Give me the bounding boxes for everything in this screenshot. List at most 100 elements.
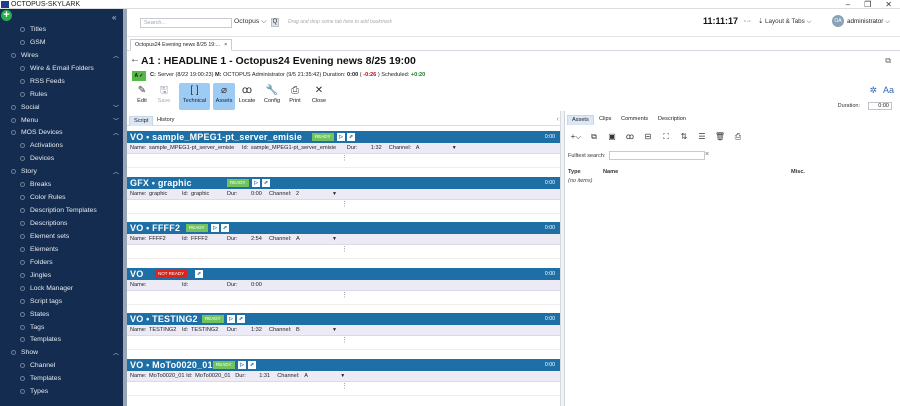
dur-value[interactable]: 1:32 bbox=[371, 145, 382, 151]
save-button[interactable]: 🖫 Save bbox=[153, 83, 175, 110]
id-value[interactable]: graphic bbox=[191, 191, 209, 197]
close-window-icon[interactable]: ✕ bbox=[885, 0, 892, 9]
add-plus-icon[interactable]: + bbox=[1, 10, 12, 21]
tab-history[interactable]: History bbox=[153, 116, 178, 126]
id-value[interactable]: sample_MPEG1-pt_server_emisie bbox=[251, 145, 336, 151]
layout-tabs-menu[interactable]: ⇣ Layout & Tabs ⌵ bbox=[758, 18, 811, 26]
document-tab[interactable]: Octopus24 Evening news 8/25 19:... × bbox=[130, 39, 233, 51]
external-link-icon[interactable]: ⧉ bbox=[885, 56, 891, 66]
avatar[interactable]: OA bbox=[832, 15, 844, 27]
search-button[interactable]: Q bbox=[271, 18, 279, 27]
channel-dropdown-icon[interactable]: ▼ bbox=[332, 191, 337, 197]
document-tab-close-icon[interactable]: × bbox=[224, 42, 227, 48]
assets-button[interactable]: ⌀ Assets bbox=[213, 83, 235, 110]
column-type[interactable]: Type bbox=[568, 169, 581, 175]
sidebar-item[interactable]: Tags bbox=[0, 321, 123, 334]
status-badge[interactable]: READY bbox=[202, 315, 224, 323]
sort-icon[interactable]: ⇅ bbox=[678, 132, 690, 142]
play-icon[interactable]: ▷ bbox=[211, 224, 219, 232]
drag-handle-icon[interactable]: ⋮ bbox=[341, 201, 348, 208]
sidebar-item[interactable]: Wires ︿ bbox=[0, 49, 123, 62]
status-badge[interactable]: NOT READY bbox=[155, 269, 188, 278]
status-badge[interactable]: READY bbox=[213, 360, 235, 369]
drag-handle-icon[interactable]: ⋮ bbox=[341, 383, 348, 390]
sidebar-item[interactable]: Folders bbox=[0, 256, 123, 269]
duration-field[interactable]: 0:00 bbox=[868, 102, 892, 110]
sidebar-item[interactable]: Rules bbox=[0, 88, 123, 101]
channel-dropdown-icon[interactable]: ▼ bbox=[340, 373, 345, 379]
technical-button[interactable]: [ ] Technical bbox=[179, 83, 210, 110]
sidebar-item[interactable]: Story ︿ bbox=[0, 165, 123, 178]
search-scope-select[interactable]: Octopus ⌵ bbox=[234, 18, 266, 26]
chevron-up-icon[interactable]: ︿ bbox=[113, 51, 119, 60]
clear-search-icon[interactable]: × bbox=[705, 151, 709, 158]
locate-icon[interactable]: ꝏ bbox=[624, 132, 636, 142]
save-icon[interactable]: ▣ bbox=[606, 132, 618, 142]
name-value[interactable]: MoTo0020_01 bbox=[149, 373, 184, 379]
channel-value[interactable]: 2 bbox=[296, 191, 299, 197]
print-icon[interactable]: ⎙ bbox=[732, 132, 744, 142]
frame-icon[interactable]: ⛶ bbox=[660, 132, 672, 142]
play-icon[interactable]: ▷ bbox=[238, 360, 246, 369]
collapse-sidebar-icon[interactable]: « bbox=[112, 13, 116, 22]
card-header[interactable]: VO NOT READY ⇗ 0:00 bbox=[127, 267, 560, 280]
search-input[interactable]: Search... bbox=[140, 18, 232, 28]
chevron-down-icon[interactable]: ﹀ bbox=[113, 116, 119, 125]
sidebar-item[interactable]: Menu ﹀ bbox=[0, 114, 123, 127]
sidebar-item[interactable]: Templates bbox=[0, 334, 123, 347]
sidebar-item[interactable]: Channel bbox=[0, 359, 123, 372]
tab-script[interactable]: Script bbox=[129, 116, 154, 126]
sidebar-item[interactable]: States bbox=[0, 308, 123, 321]
approval-status-badge[interactable]: A ✓ bbox=[132, 71, 146, 81]
link-icon[interactable]: ⇗ bbox=[195, 269, 203, 278]
dur-value[interactable]: 2:54 bbox=[251, 236, 262, 242]
sidebar-item[interactable]: Wire & Email Folders bbox=[0, 62, 123, 75]
sidebar-item[interactable]: Color Rules bbox=[0, 191, 123, 204]
print-button[interactable]: ⎙ Print bbox=[284, 83, 306, 110]
sidebar-item[interactable]: MOS Devices ︿ bbox=[0, 127, 123, 140]
card-header[interactable]: GFX • graphic READY ▷ ⇗ 0:00 bbox=[127, 176, 560, 189]
sidebar-item[interactable]: Show ︿ bbox=[0, 346, 123, 359]
sidebar-item[interactable]: Element sets bbox=[0, 230, 123, 243]
channel-value[interactable]: A bbox=[304, 373, 308, 379]
tab-description[interactable]: Description bbox=[654, 115, 690, 125]
tab-assets[interactable]: Assets bbox=[567, 115, 594, 125]
column-misc[interactable]: Misc. bbox=[791, 169, 805, 175]
column-name[interactable]: Name bbox=[603, 169, 618, 175]
collapse-arrow-icon[interactable]: ‹ bbox=[557, 116, 559, 123]
sidebar-item[interactable]: Social ﹀ bbox=[0, 101, 123, 114]
sidebar-item[interactable]: GSM bbox=[0, 36, 123, 49]
link-icon[interactable]: ⇗ bbox=[237, 315, 245, 323]
sidebar-item[interactable]: Jingles bbox=[0, 269, 123, 282]
sidebar-item[interactable]: Devices bbox=[0, 152, 123, 165]
sidebar-item[interactable]: Descriptions bbox=[0, 217, 123, 230]
list-icon[interactable]: ☰ bbox=[696, 132, 708, 142]
drag-handle-icon[interactable]: ⋮ bbox=[341, 246, 348, 253]
id-value[interactable]: MoTo0020_01 bbox=[195, 373, 230, 379]
sidebar-item[interactable]: Types bbox=[0, 385, 123, 398]
channel-value[interactable]: A bbox=[296, 236, 300, 242]
dur-value[interactable]: 0:00 bbox=[251, 191, 262, 197]
play-icon[interactable]: ▷ bbox=[252, 178, 260, 187]
delete-icon[interactable]: 🗑 bbox=[714, 132, 726, 142]
chevron-up-icon[interactable]: ︿ bbox=[113, 167, 119, 176]
link-icon[interactable]: ⇗ bbox=[262, 178, 270, 187]
link-icon[interactable]: ⇗ bbox=[248, 360, 256, 369]
drag-handle-icon[interactable]: ⋮ bbox=[341, 337, 348, 344]
drag-handle-icon[interactable]: ⋮ bbox=[341, 155, 348, 162]
edit-button[interactable]: ✎ Edit bbox=[131, 83, 153, 110]
settings-sparkle-icon[interactable]: ✲ bbox=[869, 85, 877, 96]
add-asset-icon[interactable]: +⌵ bbox=[570, 132, 582, 142]
tab-comments[interactable]: Comments bbox=[617, 115, 652, 125]
fulltext-search-input[interactable] bbox=[609, 151, 705, 160]
status-badge[interactable]: READY bbox=[186, 224, 208, 232]
card-header[interactable]: VO • FFFF2 READY ▷ ⇗ 0:00 bbox=[127, 222, 560, 234]
locate-button[interactable]: ꝏ Locate bbox=[236, 83, 258, 110]
drag-handle-icon[interactable]: ⋮ bbox=[341, 292, 348, 299]
name-value[interactable]: sample_MPEG1-pt_server_emisie bbox=[149, 145, 234, 151]
sidebar-item[interactable]: Templates bbox=[0, 372, 123, 385]
dur-value[interactable]: 1:32 bbox=[251, 327, 262, 333]
id-value[interactable]: TESTING2 bbox=[191, 327, 218, 333]
tab-clips[interactable]: Clips bbox=[595, 115, 615, 125]
channel-dropdown-icon[interactable]: ▼ bbox=[332, 327, 337, 333]
